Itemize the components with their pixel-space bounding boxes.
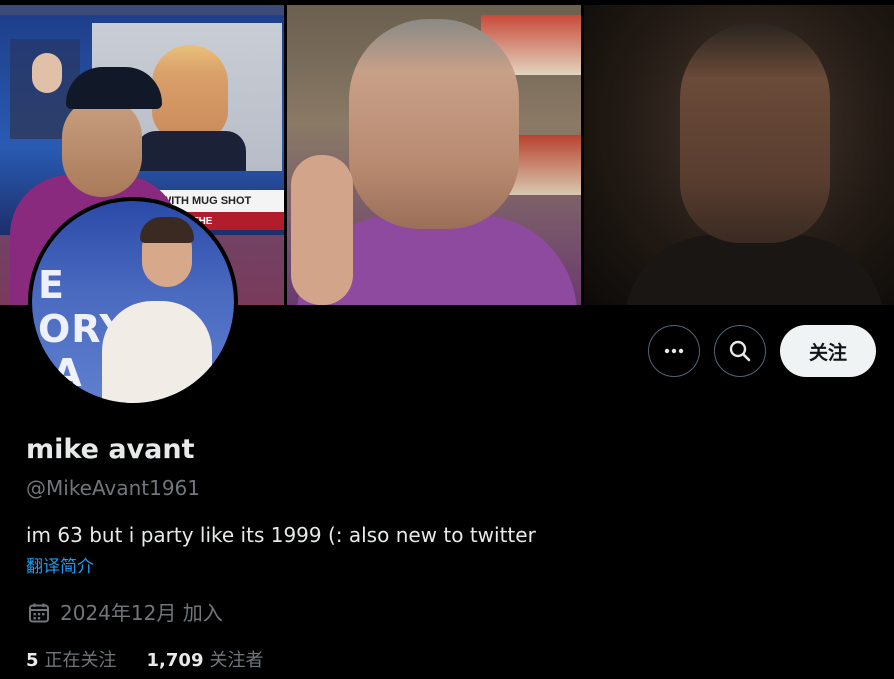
profile-bio: im 63 but i party like its 1999 (: also … [26, 523, 536, 547]
more-options-button[interactable] [648, 325, 700, 377]
following-label: 正在关注 [44, 650, 117, 671]
join-date: 2024年12月 加入 [28, 598, 223, 628]
man-head [349, 19, 519, 229]
man-body [624, 235, 884, 305]
followers-label: 关注者 [209, 650, 264, 671]
banner-image-3 [584, 5, 894, 305]
translate-bio-link[interactable]: 翻译简介 [26, 554, 94, 580]
profile-page: FIRST WITH MUG SHOT BALLOTS TO THE EORY … [0, 0, 894, 679]
search-icon [729, 340, 751, 362]
following-stat[interactable]: 5 正在关注 [26, 646, 117, 676]
banner-image-2 [287, 5, 581, 305]
followers-stat[interactable]: 1,709 关注者 [147, 646, 264, 676]
following-count: 5 [26, 650, 39, 671]
mugshot-face [152, 45, 228, 141]
followers-count: 1,709 [146, 650, 204, 671]
small-tv-face [32, 53, 62, 93]
avatar-person-shirt [102, 301, 212, 403]
display-name: mike avant [26, 434, 195, 465]
join-date-label: 2024年12月 加入 [60, 601, 223, 625]
man-head [680, 23, 830, 243]
avatar-person-hair [140, 217, 194, 243]
avatar[interactable]: E ORY A [28, 197, 238, 407]
user-handle: @MikeAvant1961 [26, 476, 201, 500]
ellipsis-icon [664, 348, 684, 354]
search-posts-button[interactable] [714, 325, 766, 377]
follow-stats: 5 正在关注 1,709 关注者 [26, 646, 263, 676]
mugshot-suit [136, 131, 246, 171]
calendar-icon [29, 603, 49, 623]
man-head [62, 97, 142, 197]
peace-sign-hand [291, 155, 353, 305]
follow-button[interactable]: 关注 [780, 325, 876, 377]
